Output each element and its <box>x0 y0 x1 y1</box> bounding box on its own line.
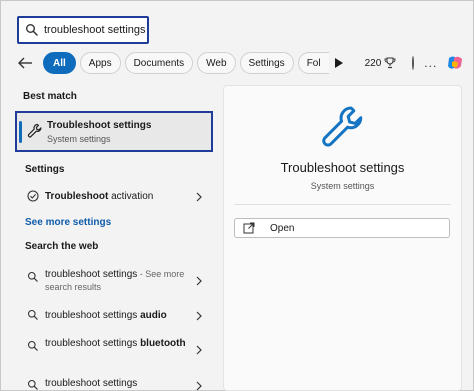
list-item-label: Troubleshoot activation <box>45 191 154 202</box>
list-item[interactable]: troubleshoot settings - See more search … <box>15 265 213 297</box>
filter-chip-web[interactable]: Web <box>197 52 236 74</box>
best-match-heading: Best match <box>23 91 77 102</box>
search-window: All Apps Documents Web Settings Fol 220 … <box>0 0 474 391</box>
filter-chip-folders[interactable]: Fol <box>297 52 329 74</box>
trophy-icon <box>384 57 396 69</box>
filter-chip-all[interactable]: All <box>43 52 76 74</box>
chevron-right-icon <box>195 192 203 202</box>
wrench-icon <box>27 123 43 139</box>
search-icon <box>27 340 39 352</box>
divider <box>234 204 451 205</box>
search-icon <box>27 271 39 283</box>
points-value: 220 <box>364 57 382 69</box>
best-match-subtitle: System settings <box>47 134 111 144</box>
search-icon <box>27 309 39 321</box>
back-arrow-icon[interactable] <box>17 52 33 74</box>
list-item[interactable]: troubleshoot settings bluetooth <box>15 335 213 365</box>
best-match-result[interactable]: Troubleshoot settings System settings <box>15 111 213 152</box>
chevron-right-icon <box>195 276 203 286</box>
scroll-right-icon[interactable] <box>334 52 343 74</box>
open-external-icon <box>243 222 255 234</box>
see-more-settings-link[interactable]: See more settings <box>25 217 111 228</box>
open-button-label: Open <box>270 222 295 234</box>
preview-title: Troubleshoot settings <box>280 160 405 175</box>
more-options-icon[interactable]: ... <box>424 56 437 70</box>
search-input[interactable] <box>44 24 148 36</box>
rewards-points[interactable]: 220 <box>365 57 397 69</box>
list-item-label: troubleshoot settings <box>45 378 138 389</box>
search-icon <box>27 379 39 391</box>
check-circle-icon <box>27 190 39 202</box>
list-item-label: troubleshoot settings - See more search … <box>45 269 185 292</box>
best-match-title: Troubleshoot settings <box>47 120 152 131</box>
filter-chip-documents[interactable]: Documents <box>124 52 194 74</box>
filter-chip-apps[interactable]: Apps <box>79 52 121 74</box>
list-item[interactable]: Troubleshoot activation <box>15 185 213 209</box>
list-item[interactable]: troubleshoot settings audio <box>15 305 213 327</box>
preview-subtitle: System settings <box>310 181 375 191</box>
wrench-icon <box>319 104 367 152</box>
search-box[interactable] <box>17 16 149 44</box>
copilot-icon[interactable] <box>445 53 465 73</box>
filter-chip-settings[interactable]: Settings <box>239 52 294 74</box>
chevron-right-icon <box>195 381 203 391</box>
chevron-right-icon <box>195 311 203 321</box>
result-preview-pane: Troubleshoot settings System settings Op… <box>223 85 462 391</box>
search-web-heading: Search the web <box>25 241 99 252</box>
chevron-right-icon <box>195 345 203 355</box>
open-button[interactable]: Open <box>234 218 450 238</box>
settings-heading: Settings <box>25 164 65 175</box>
avatar[interactable] <box>412 56 415 70</box>
list-item-label: troubleshoot settings audio <box>45 310 167 321</box>
results-list: Best match Troubleshoot settings System … <box>15 85 215 391</box>
selection-indicator <box>19 121 22 143</box>
search-icon <box>25 23 39 37</box>
list-item-label: troubleshoot settings bluetooth <box>45 338 186 349</box>
list-item[interactable]: troubleshoot settings <box>15 375 213 391</box>
filter-bar: All Apps Documents Web Settings Fol 220 … <box>17 51 463 75</box>
